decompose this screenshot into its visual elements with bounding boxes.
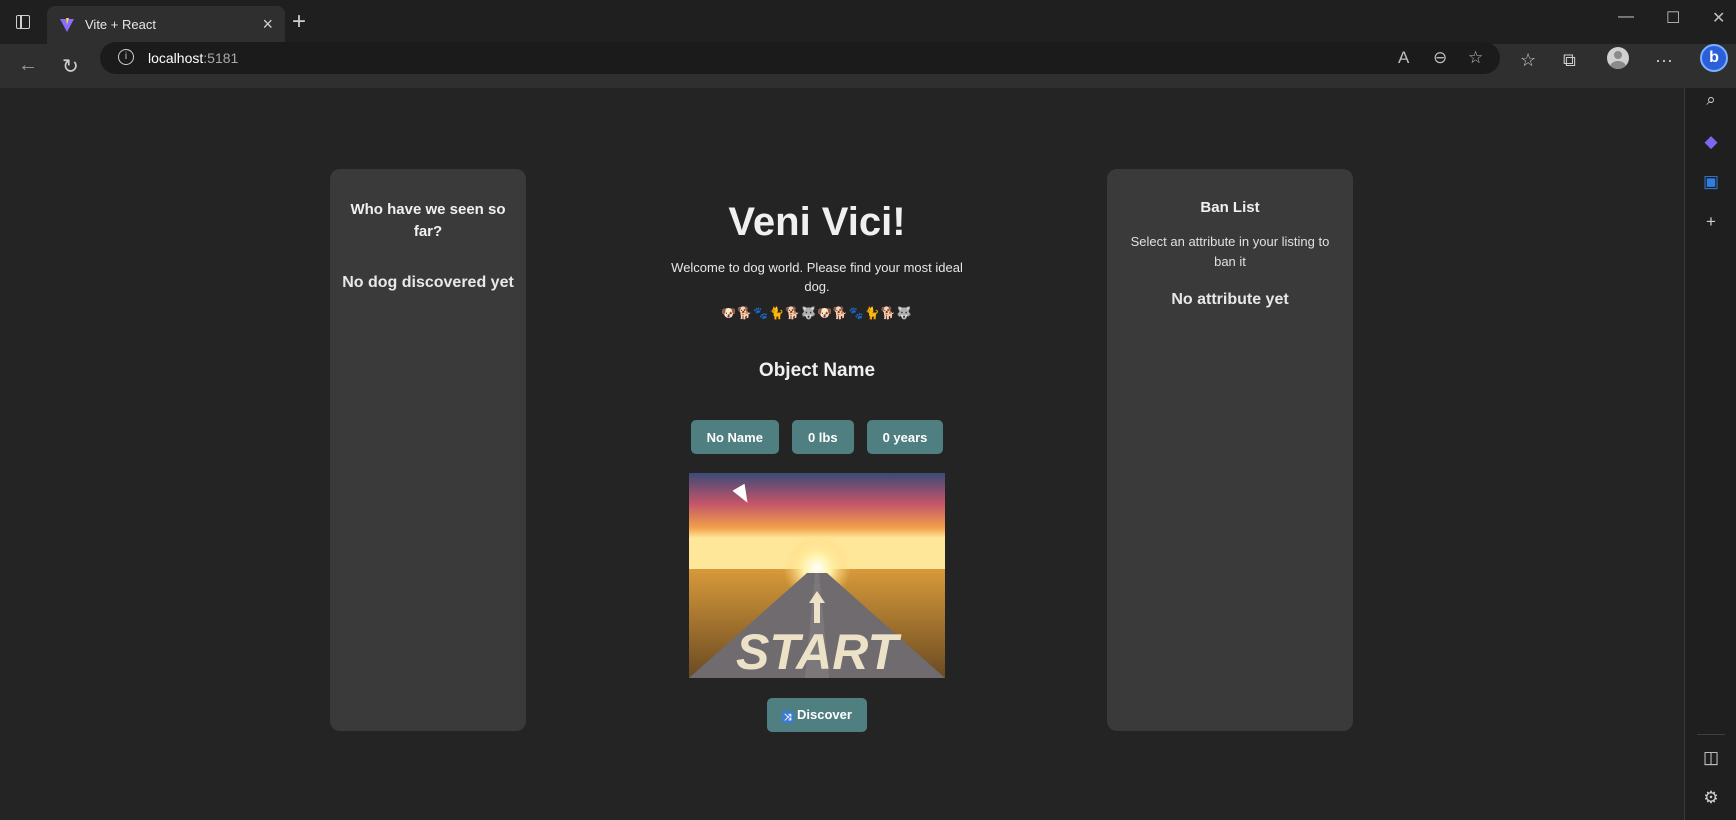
ban-list-empty-text: No attribute yet <box>1171 291 1289 308</box>
tab-title: Vite + React <box>85 17 156 32</box>
url-field[interactable]: i localhost:5181 A ⊖ ☆ <box>100 42 1500 74</box>
sidebar-divider <box>1697 734 1725 735</box>
history-empty-text: No dog discovered yet <box>342 274 514 291</box>
welcome-text: Welcome to dog world. Please find your m… <box>671 260 963 294</box>
add-icon[interactable]: + <box>1685 212 1736 232</box>
object-name: Object Name <box>758 360 876 381</box>
attribute-age-button[interactable]: 0 years <box>866 420 944 454</box>
browser-tab[interactable]: Vite + React × <box>47 6 285 44</box>
more-menu-icon[interactable]: ··· <box>1655 50 1673 71</box>
profile-avatar-icon[interactable] <box>1607 47 1629 69</box>
start-image: START <box>689 473 945 678</box>
history-title: Who have we seen so far? <box>350 201 506 240</box>
url-text: localhost:5181 <box>148 50 239 66</box>
vite-favicon-icon <box>60 18 74 32</box>
zoom-out-icon[interactable]: ⊖ <box>1433 48 1447 68</box>
search-icon[interactable]: ⌕ <box>1685 90 1736 110</box>
dog-emoji-row: 🐶🐕🐾🐈🐕🐺🐶🐕🐾🐈🐕🐺 <box>721 306 913 320</box>
attribute-buttons: No Name 0 lbs 0 years <box>620 420 1014 454</box>
attribute-name-button[interactable]: No Name <box>690 420 779 454</box>
history-panel: Who have we seen so far? No dog discover… <box>330 169 526 731</box>
ban-list-description: Select an attribute in your listing to b… <box>1130 234 1330 269</box>
copilot-icon[interactable]: b <box>1700 44 1728 72</box>
browser-sidebar: ⌕ ◆ ▣ + ◫ ⚙ <box>1684 88 1736 820</box>
outlook-icon[interactable]: ▣ <box>1685 172 1736 192</box>
tab-close-icon[interactable]: × <box>262 14 273 35</box>
ban-list-panel: Ban List Select an attribute in your lis… <box>1107 169 1353 731</box>
close-window-icon[interactable]: ✕ <box>1712 8 1725 28</box>
shopping-icon[interactable]: ◆ <box>1685 132 1736 152</box>
settings-gear-icon[interactable]: ⚙ <box>1685 788 1736 808</box>
attribute-weight-button[interactable]: 0 lbs <box>791 420 854 454</box>
add-favorite-icon[interactable]: ☆ <box>1468 48 1483 68</box>
page: Who have we seen so far? No dog discover… <box>0 88 1684 820</box>
collections-icon[interactable]: ⧉ <box>1563 50 1576 71</box>
new-tab-icon[interactable]: + <box>292 8 306 36</box>
site-info-icon[interactable]: i <box>118 49 134 65</box>
maximize-icon[interactable]: ☐ <box>1666 8 1680 28</box>
start-image-text: START <box>736 624 902 678</box>
tab-actions-icon[interactable] <box>10 10 36 34</box>
discover-button[interactable]: ⤨ Discover <box>767 698 867 732</box>
browser-tab-bar: Vite + React × + — ☐ ✕ <box>0 0 1736 44</box>
refresh-icon[interactable]: ↻ <box>62 54 79 79</box>
page-title: Veni Vici! <box>728 200 906 244</box>
main-content: Veni Vici! Welcome to dog world. Please … <box>620 88 1014 820</box>
favorites-icon[interactable]: ☆ <box>1520 50 1536 71</box>
back-icon[interactable]: ← <box>18 54 38 77</box>
read-aloud-icon[interactable]: A <box>1398 48 1409 68</box>
minimize-icon[interactable]: — <box>1618 8 1634 26</box>
hide-sidebar-icon[interactable]: ◫ <box>1685 748 1736 768</box>
ban-list-title: Ban List <box>1200 199 1260 216</box>
shuffle-icon: ⤨ <box>782 711 795 723</box>
